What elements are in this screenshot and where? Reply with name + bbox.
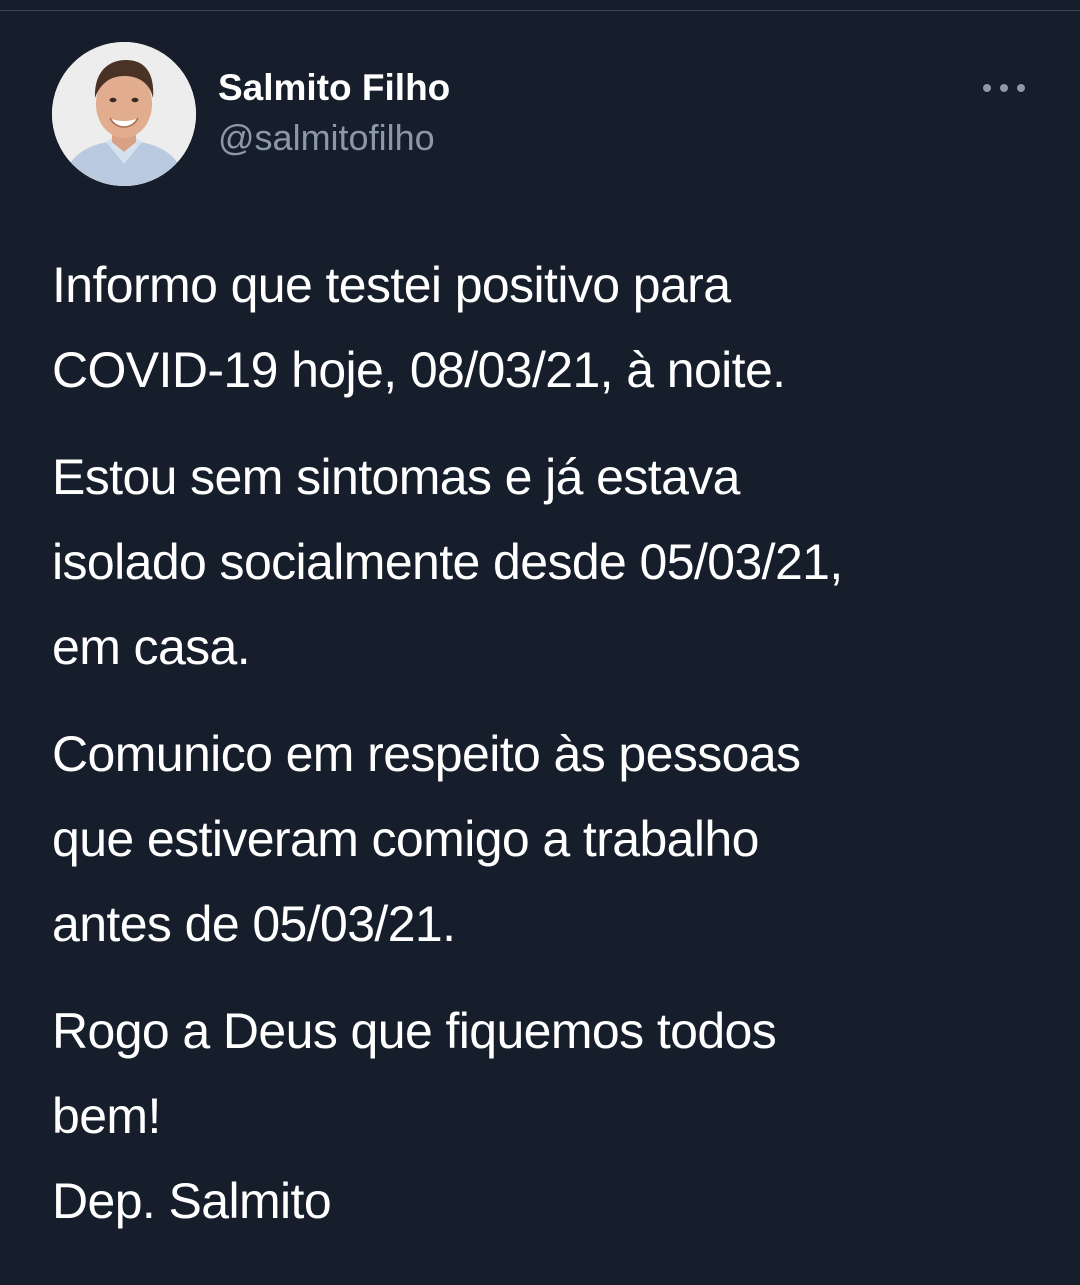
author-names: Salmito Filho @salmitofilho xyxy=(218,66,450,164)
author-display-name[interactable]: Salmito Filho xyxy=(218,66,450,110)
top-divider xyxy=(0,0,1080,11)
tweet-header: Salmito Filho @salmitofilho xyxy=(52,42,1028,188)
profile-photo-icon xyxy=(52,42,196,186)
more-options-button[interactable] xyxy=(980,76,1028,100)
tweet-paragraph: Informo que testei positivo para COVID-1… xyxy=(52,257,786,398)
author-handle[interactable]: @salmitofilho xyxy=(218,112,450,164)
tweet-paragraph: Comunico em respeito às pessoas que esti… xyxy=(52,726,801,952)
tweet-paragraph: Rogo a Deus que fiquemos todos bem! Dep.… xyxy=(52,1003,777,1229)
tweet-paragraph: Estou sem sintomas e já estava isolado s… xyxy=(52,449,843,675)
tweet-text: Informo que testei positivo para COVID-1… xyxy=(52,243,1042,1266)
avatar[interactable] xyxy=(52,42,196,186)
more-horizontal-icon xyxy=(983,84,1025,92)
